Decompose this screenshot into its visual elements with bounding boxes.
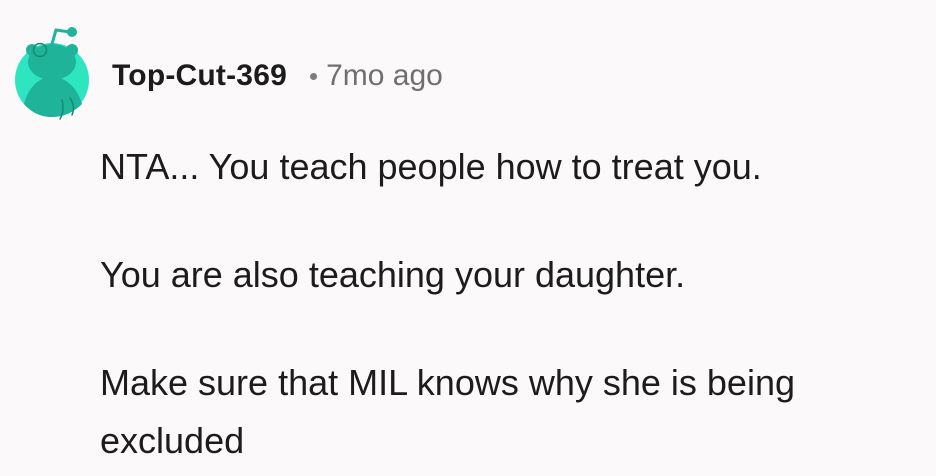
comment-body: NTA... You teach people how to treat you… bbox=[100, 138, 920, 470]
comment-paragraph: You are also teaching your daughter. bbox=[100, 254, 686, 295]
comment: Top-Cut-369 • 7mo ago NTA... You teach p… bbox=[0, 0, 936, 476]
user-avatar-icon[interactable] bbox=[14, 20, 114, 120]
username[interactable]: Top-Cut-369 bbox=[112, 59, 287, 93]
separator-dot: • bbox=[308, 60, 319, 91]
timestamp[interactable]: 7mo ago bbox=[326, 59, 443, 93]
comment-paragraph: NTA... You teach people how to treat you… bbox=[100, 146, 762, 187]
comment-paragraph: Make sure that MIL knows why she is bein… bbox=[100, 362, 795, 461]
comment-header: Top-Cut-369 • 7mo ago bbox=[112, 56, 443, 96]
